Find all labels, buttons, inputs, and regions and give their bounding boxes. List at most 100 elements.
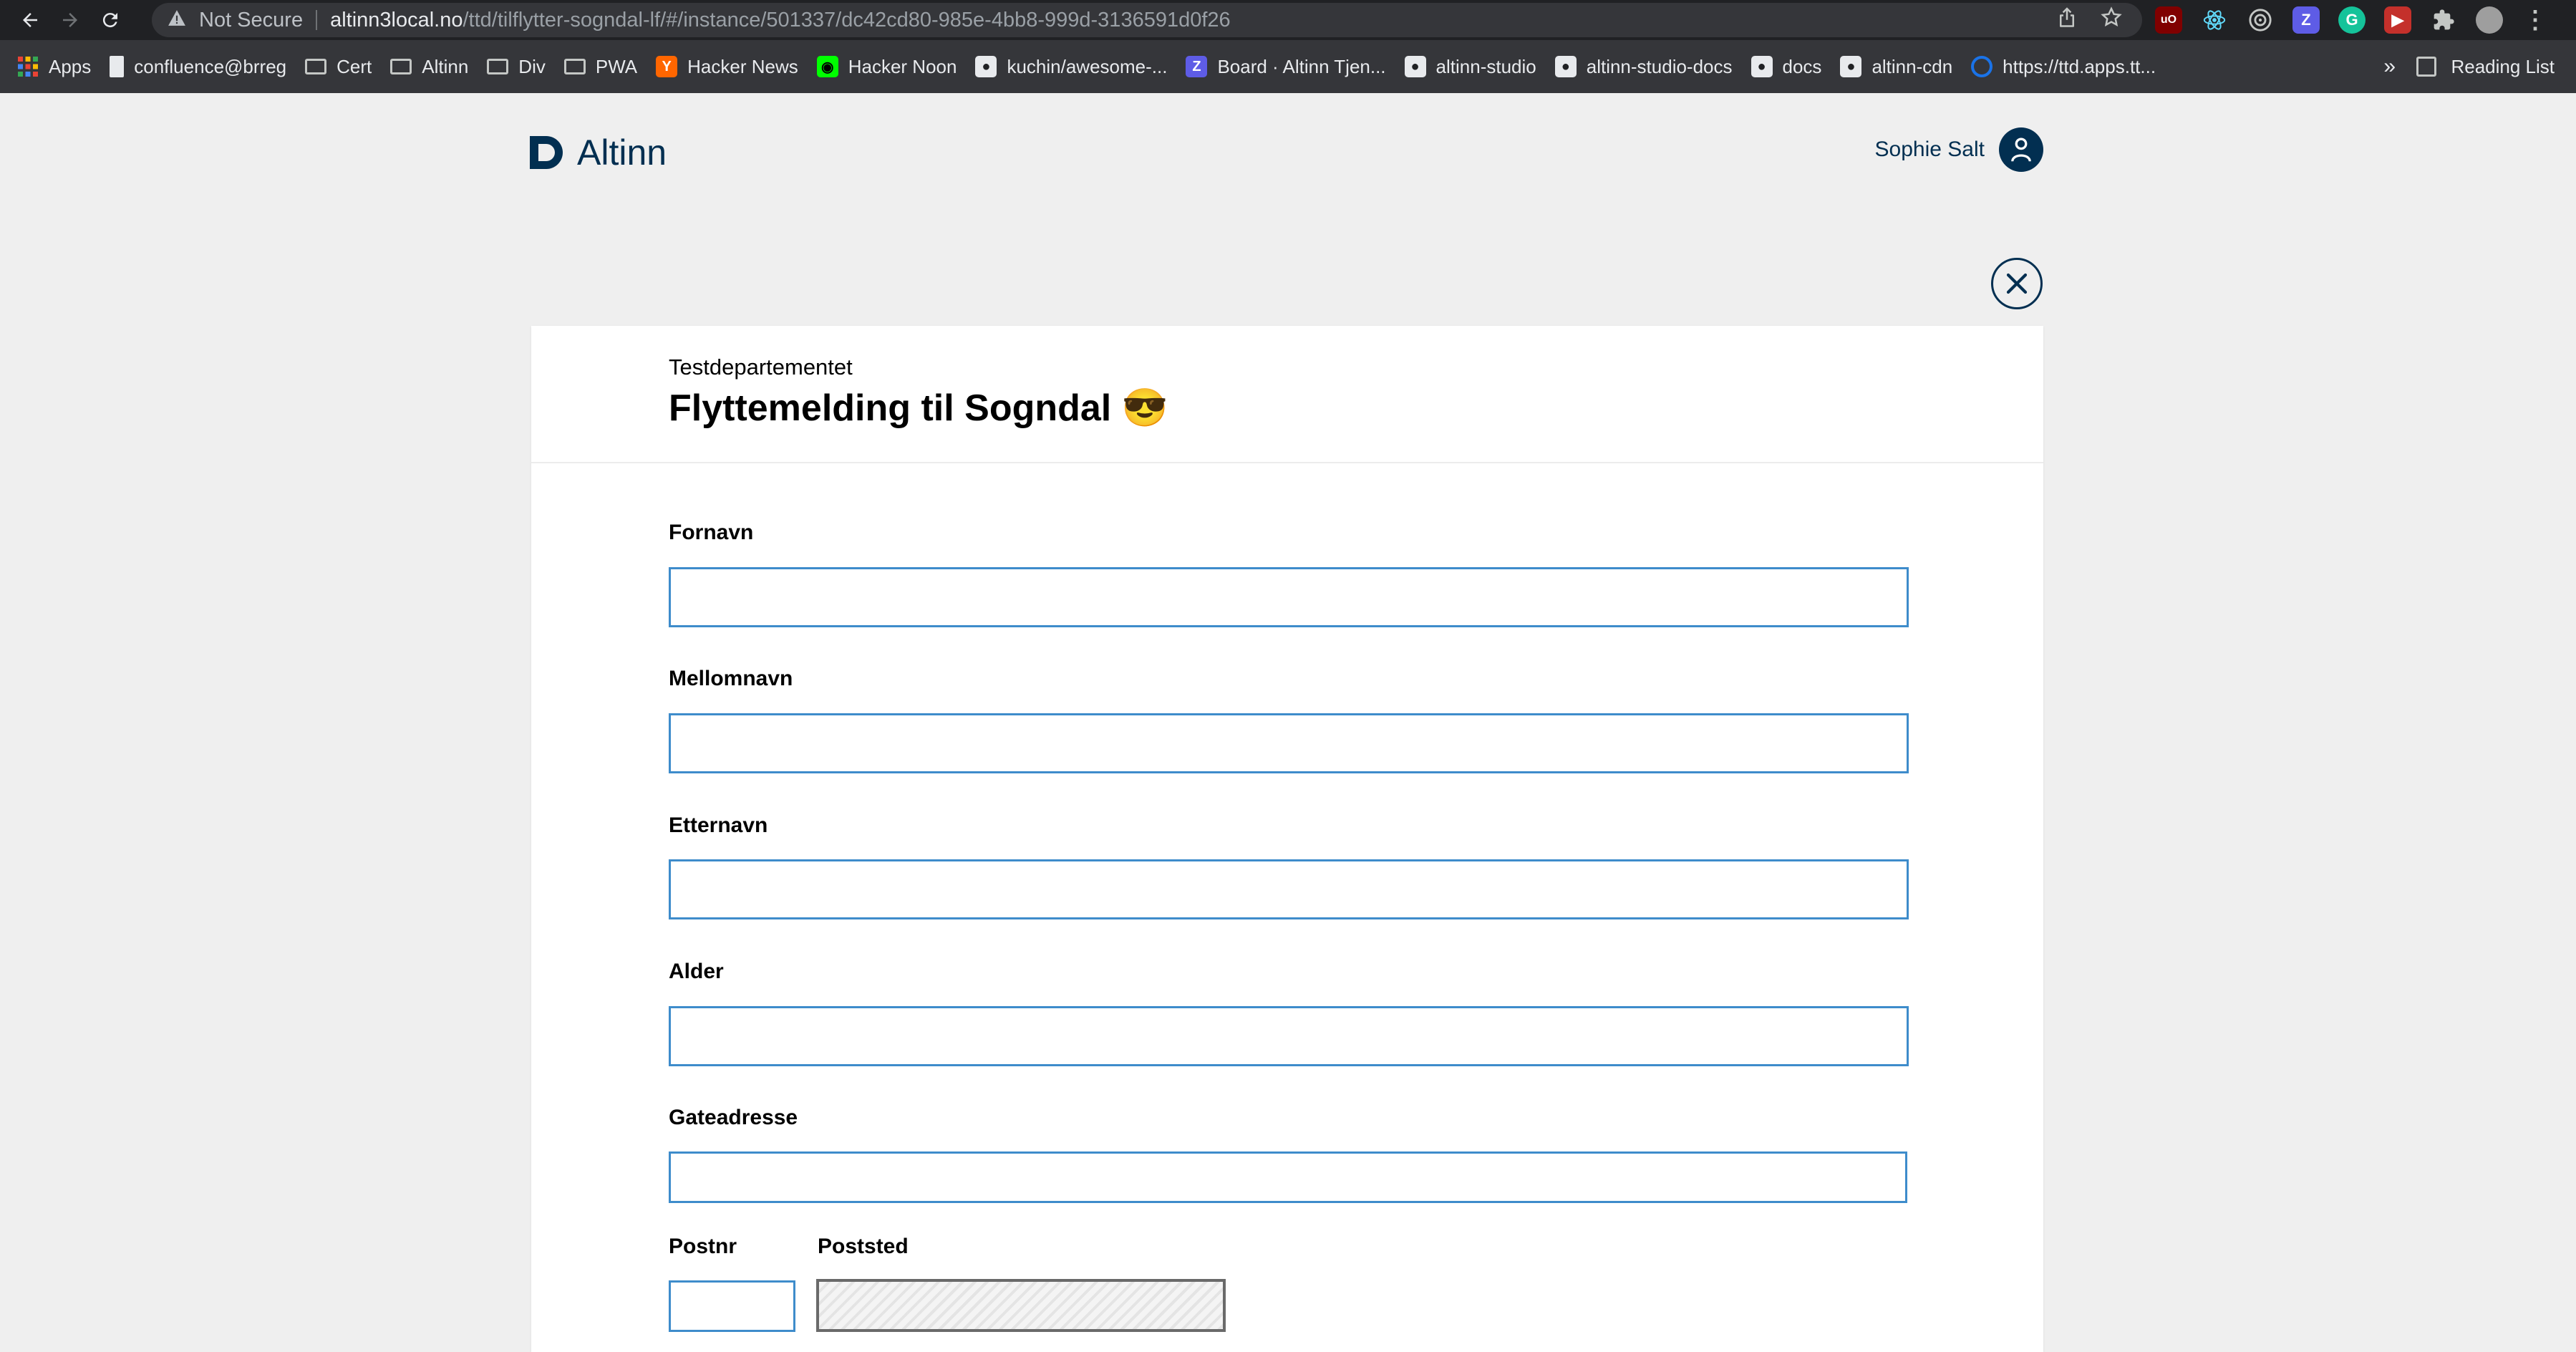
folder-icon (487, 59, 509, 74)
user-menu[interactable]: Sophie Salt (1875, 127, 2043, 172)
warning-icon[interactable] (168, 9, 186, 32)
reading-list-icon (2416, 57, 2437, 77)
bookmark-folder-div[interactable]: Div (487, 56, 546, 78)
bookmark-altinn-cdn[interactable]: ● altinn-cdn (1840, 56, 1952, 78)
reading-list-button[interactable]: Reading List (2416, 40, 2555, 93)
github-icon: ● (1751, 56, 1773, 77)
form-title: Flyttemelding til Sogndal 😎 (669, 387, 1168, 429)
bookmark-label: Hacker News (687, 55, 798, 77)
bookmark-zenhub-board[interactable]: Z Board · Altinn Tjen... (1186, 55, 1386, 78)
reading-list-label: Reading List (2451, 55, 2555, 77)
address-divider (316, 10, 318, 30)
input-alder[interactable] (669, 1006, 1909, 1066)
extensions-area: uO Z G ▶ ⋮ (2155, 0, 2549, 40)
bookmark-folder-pwa[interactable]: PWA (563, 55, 638, 78)
bookmark-label: altinn-studio (1435, 55, 1536, 77)
bookmark-label: Apps (49, 55, 92, 77)
github-icon: ● (975, 56, 997, 77)
bookmark-ttd-apps[interactable]: https://ttd.apps.tt... (1971, 56, 2156, 78)
input-mellomnavn[interactable] (669, 713, 1909, 773)
page-icon (110, 56, 125, 77)
label-postnr: Postnr (669, 1235, 737, 1258)
bookmark-label: altinn-studio-docs (1586, 55, 1733, 77)
grammarly-icon[interactable]: G (2338, 6, 2366, 34)
altinn-logo[interactable]: Altinn (530, 132, 667, 173)
bookmark-label: docs (1782, 55, 1822, 77)
back-icon[interactable] (10, 0, 50, 40)
browser-menu-icon[interactable]: ⋮ (2522, 6, 2549, 34)
address-bar[interactable]: Not Secure altinn3local.no/ttd/tilflytte… (152, 3, 2142, 37)
input-fornavn[interactable] (669, 567, 1909, 627)
bookmark-label: Altinn (422, 55, 469, 77)
bookmark-label: altinn-cdn (1872, 55, 1953, 77)
service-owner: Testdepartementet (669, 354, 853, 380)
bookmark-docs[interactable]: ● docs (1751, 55, 1822, 78)
bookmark-label: kuchin/awesome-... (1007, 55, 1168, 77)
bookmark-label: Board · Altinn Tjen... (1217, 55, 1386, 77)
label-alder: Alder (669, 960, 724, 983)
label-etternavn: Etternavn (669, 813, 768, 837)
ublock-icon[interactable]: uO (2155, 6, 2182, 34)
reload-icon[interactable] (90, 0, 130, 40)
bookmarks-overflow[interactable]: » (2383, 40, 2396, 93)
react-devtools-icon[interactable] (2201, 6, 2228, 34)
forward-icon[interactable] (50, 0, 90, 40)
github-icon: ● (1404, 56, 1426, 77)
bookmark-label: PWA (595, 55, 638, 77)
profile-avatar-icon[interactable] (2476, 6, 2503, 34)
github-icon: ● (1840, 56, 1862, 77)
github-icon: ● (1554, 56, 1577, 77)
folder-icon (305, 59, 327, 74)
youtube-extension-icon[interactable]: ▶ (2384, 6, 2411, 34)
form-header: Testdepartementet Flyttemelding til Sogn… (531, 326, 2043, 463)
input-postnr[interactable] (669, 1280, 795, 1332)
input-poststed-readonly (816, 1279, 1226, 1332)
hacker-noon-icon: ◉ (816, 56, 838, 77)
bookmark-label: Div (518, 55, 546, 77)
bookmark-folder-altinn[interactable]: Altinn (390, 56, 468, 78)
bookmark-apps[interactable]: Apps (17, 56, 91, 78)
url-path: /ttd/tilflytter-sogndal-lf/#/instance/50… (463, 8, 1231, 32)
bookmark-label: Hacker Noon (848, 55, 957, 77)
bookmark-altinn-studio[interactable]: ● altinn-studio (1404, 55, 1536, 78)
form-card: Testdepartementet Flyttemelding til Sogn… (531, 326, 2043, 1352)
target-extension-icon[interactable] (2247, 6, 2274, 34)
bookmark-label: https://ttd.apps.tt... (2003, 55, 2156, 77)
share-icon[interactable] (2058, 6, 2076, 34)
label-fornavn: Fornavn (669, 521, 754, 544)
omnibox-actions (2058, 3, 2122, 37)
bookmark-hacker-noon[interactable]: ◉ Hacker Noon (816, 55, 957, 78)
bookmark-confluence[interactable]: confluence@brreg (110, 56, 286, 78)
altinn-logo-icon (530, 136, 563, 169)
bookmark-hacker-news[interactable]: Y Hacker News (656, 56, 798, 78)
security-status[interactable]: Not Secure (199, 9, 303, 32)
bookmark-folder-cert[interactable]: Cert (305, 56, 372, 78)
bookmark-label: Cert (336, 55, 372, 77)
bookmark-github-awesome[interactable]: ● kuchin/awesome-... (975, 56, 1167, 78)
close-icon (2006, 273, 2028, 294)
input-gateadresse[interactable] (669, 1151, 1907, 1203)
url-host: altinn3local.no (330, 8, 463, 32)
folder-icon (390, 59, 412, 74)
folder-icon (563, 59, 586, 74)
label-gateadresse: Gateadresse (669, 1106, 798, 1129)
chevron-double-right-icon: » (2383, 54, 2396, 78)
bookmark-label: confluence@brreg (134, 55, 287, 77)
user-avatar-icon[interactable] (1999, 127, 2043, 172)
bookmarks-bar: Apps confluence@brreg Cert Altinn Div PW… (0, 40, 2576, 93)
close-button[interactable] (1991, 258, 2043, 309)
label-poststed: Poststed (818, 1235, 909, 1258)
hacker-news-icon: Y (656, 56, 678, 77)
label-mellomnavn: Mellomnavn (669, 667, 793, 690)
altinn-icon (1971, 56, 1993, 77)
input-etternavn[interactable] (669, 859, 1909, 919)
logo-text: Altinn (577, 132, 667, 173)
browser-toolbar: Not Secure altinn3local.no/ttd/tilflytte… (0, 0, 2576, 40)
extensions-puzzle-icon[interactable] (2430, 6, 2457, 34)
zenhub-extension-icon[interactable]: Z (2292, 6, 2320, 34)
apps-grid-icon (17, 56, 39, 77)
user-name: Sophie Salt (1874, 137, 1985, 161)
bookmark-altinn-studio-docs[interactable]: ● altinn-studio-docs (1554, 55, 1733, 78)
zenhub-icon: Z (1186, 56, 1208, 77)
bookmark-star-icon[interactable] (2101, 6, 2122, 34)
